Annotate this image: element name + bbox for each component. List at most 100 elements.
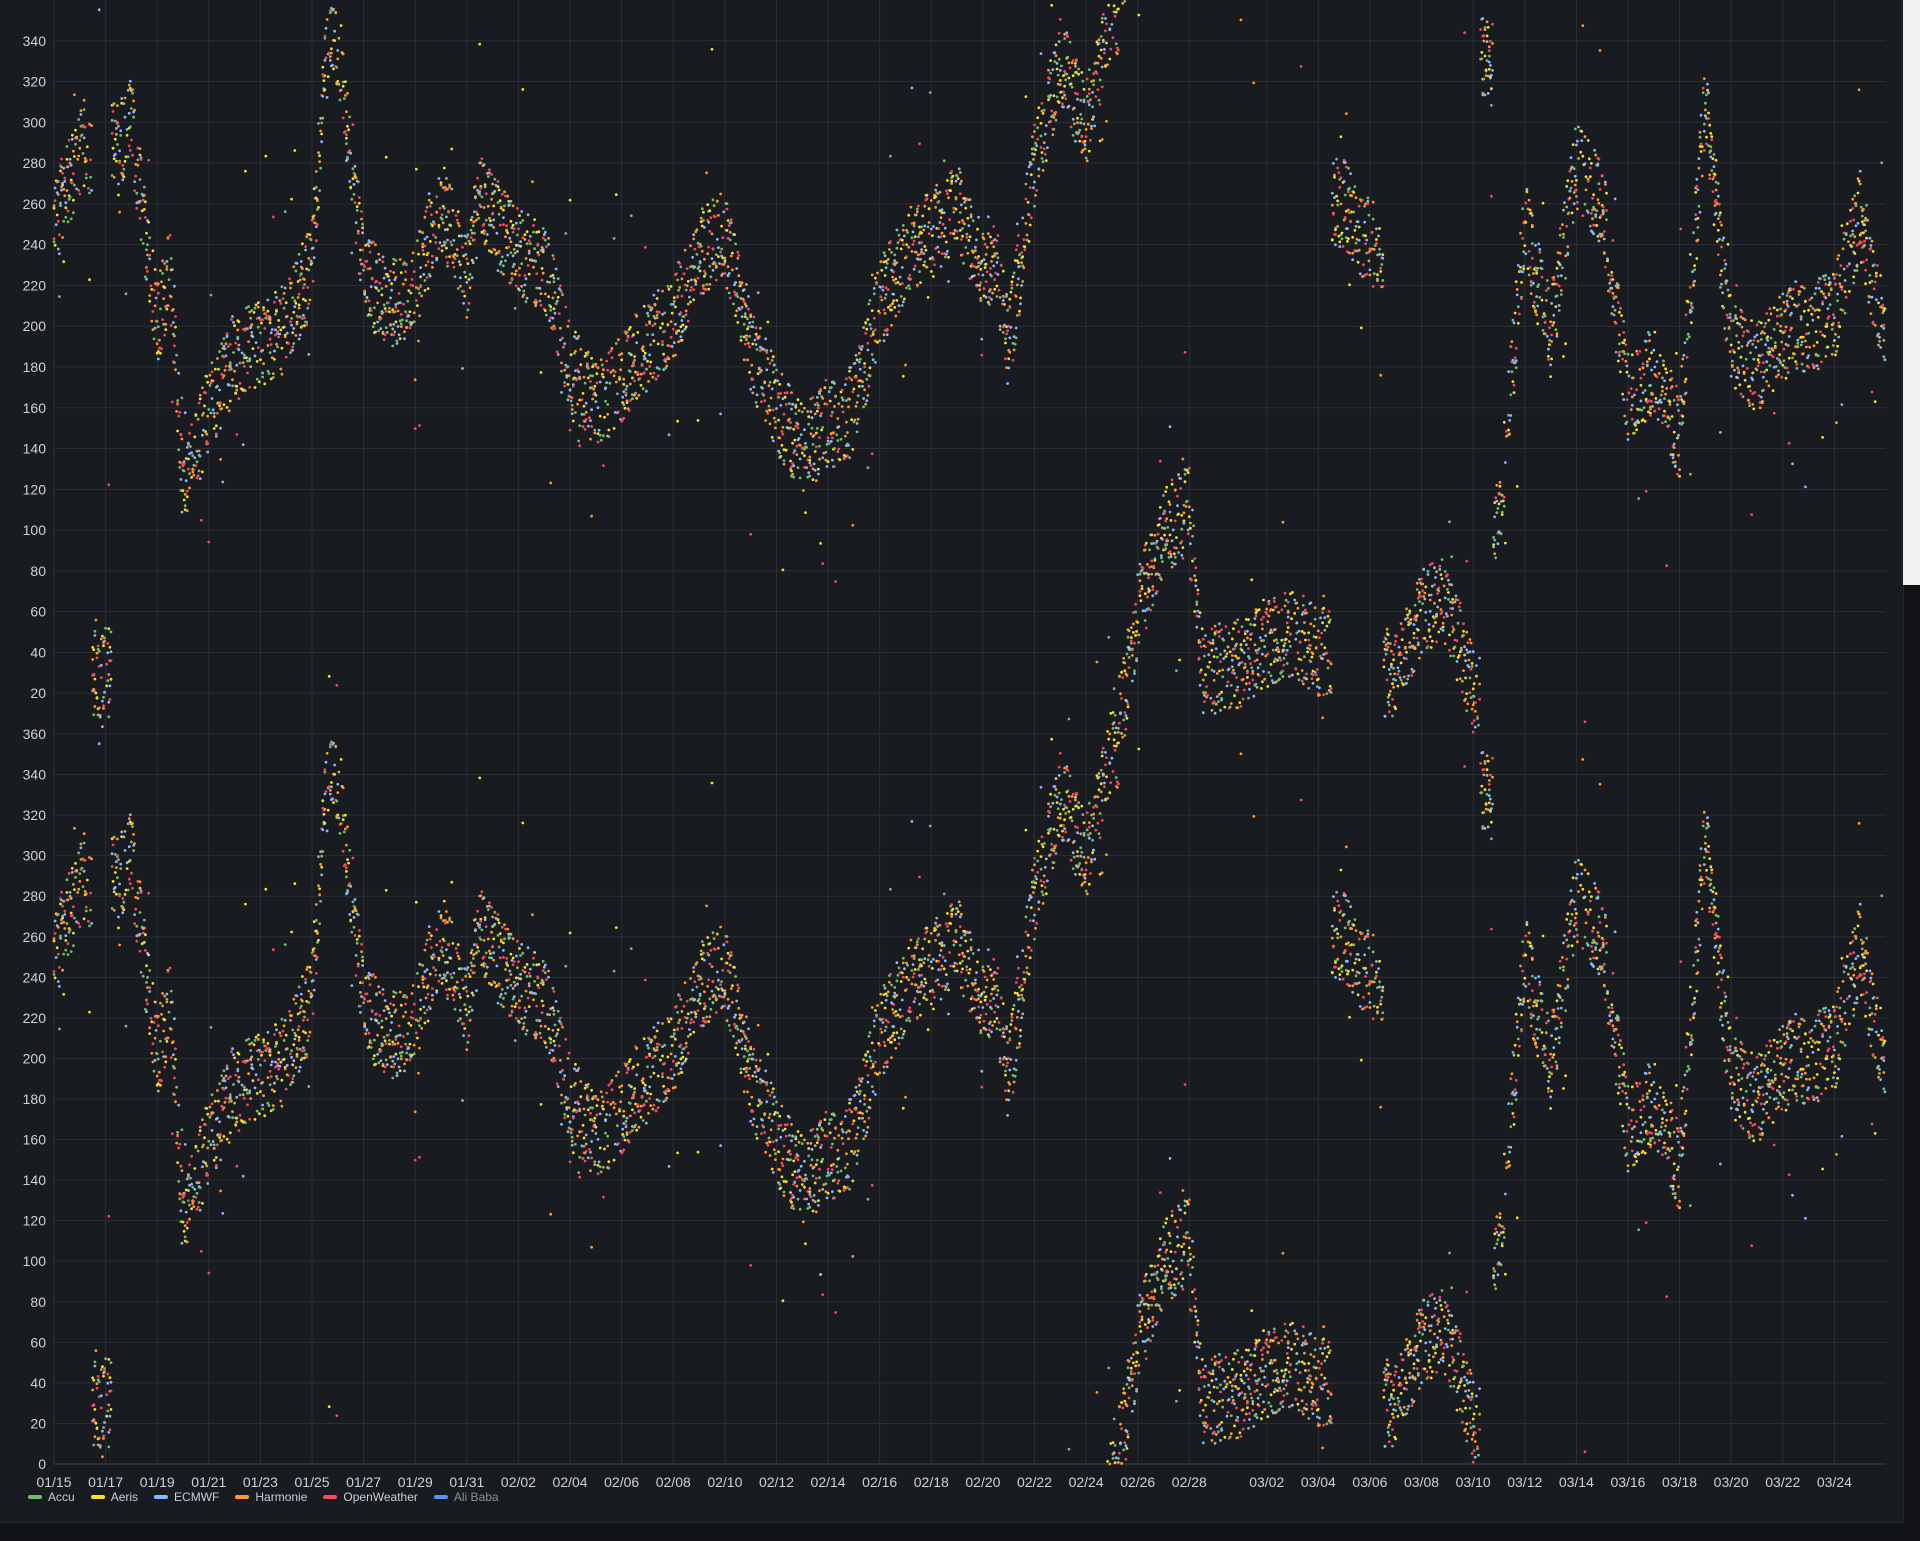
data-point	[897, 304, 901, 307]
data-point	[1185, 499, 1189, 503]
data-point	[54, 223, 58, 227]
data-point	[1644, 340, 1648, 343]
data-point	[920, 225, 923, 229]
data-point	[400, 318, 404, 322]
data-point	[1625, 364, 1629, 368]
data-point	[551, 273, 555, 277]
data-point	[417, 339, 420, 343]
data-point	[900, 266, 904, 269]
data-point	[526, 213, 530, 217]
data-point	[1520, 281, 1523, 284]
data-point	[398, 258, 402, 261]
data-point	[1127, 656, 1131, 659]
data-point	[162, 297, 166, 300]
data-point	[1496, 507, 1500, 510]
data-point	[1329, 687, 1333, 690]
data-point	[980, 337, 984, 341]
data-point	[867, 384, 871, 388]
data-point	[719, 412, 722, 416]
data-point	[1196, 588, 1200, 592]
data-point	[1067, 61, 1071, 65]
data-point	[977, 215, 980, 219]
data-point	[612, 427, 616, 430]
data-point	[511, 254, 515, 258]
data-point	[962, 261, 965, 265]
data-point	[554, 267, 558, 271]
data-point	[89, 175, 92, 179]
data-point	[171, 308, 175, 311]
data-point	[679, 335, 683, 338]
data-point	[1024, 95, 1028, 98]
data-point	[1194, 566, 1198, 570]
data-point	[535, 300, 539, 304]
data-point	[1391, 682, 1394, 686]
data-point	[332, 7, 335, 11]
scatter-plot[interactable]: 2040608010012014016018020022024026028030…	[0, 0, 1903, 1522]
data-point	[1180, 553, 1184, 557]
data-point	[742, 358, 746, 362]
data-point	[1033, 180, 1036, 184]
data-point	[1247, 618, 1250, 621]
data-point	[851, 390, 855, 394]
data-point	[1688, 253, 1692, 256]
data-point	[488, 168, 491, 172]
data-point	[330, 51, 333, 55]
data-point	[1054, 54, 1058, 58]
data-point	[1475, 664, 1478, 667]
data-point	[423, 215, 427, 219]
data-point	[654, 377, 658, 380]
data-point	[674, 353, 677, 357]
data-point	[1087, 68, 1091, 71]
data-point	[383, 333, 387, 337]
data-point	[1532, 281, 1535, 285]
data-point	[819, 414, 822, 418]
data-point	[750, 363, 754, 367]
data-point	[1079, 121, 1083, 125]
data-point	[1623, 414, 1627, 418]
data-point	[1558, 251, 1562, 255]
data-point	[995, 261, 999, 264]
data-point	[385, 331, 389, 334]
data-point	[1412, 631, 1416, 635]
data-point	[661, 343, 664, 346]
data-point	[1568, 169, 1572, 173]
data-point	[1562, 232, 1565, 236]
data-point	[1241, 697, 1245, 701]
data-point	[520, 284, 524, 288]
data-point	[1588, 175, 1592, 179]
data-point	[1257, 674, 1261, 677]
data-point	[1137, 13, 1141, 17]
data-point	[384, 155, 388, 159]
data-point	[363, 289, 367, 293]
data-point	[535, 272, 539, 275]
data-point	[614, 193, 618, 197]
data-point	[610, 356, 614, 360]
data-point	[1321, 621, 1324, 625]
data-point	[1657, 372, 1661, 375]
data-point	[334, 11, 338, 15]
data-point	[1344, 112, 1348, 115]
data-point	[509, 219, 513, 223]
data-point	[759, 326, 762, 330]
data-point	[1091, 118, 1094, 121]
data-point	[1267, 671, 1271, 674]
data-point	[729, 221, 733, 225]
data-point	[284, 301, 288, 305]
data-point	[1481, 17, 1485, 20]
data-point	[627, 409, 631, 412]
data-point	[1326, 666, 1330, 670]
data-point	[1588, 166, 1592, 170]
data-point	[351, 167, 355, 171]
data-point	[1283, 591, 1287, 595]
data-point	[988, 303, 991, 306]
data-point	[1449, 654, 1452, 658]
data-point	[926, 296, 930, 299]
data-point	[445, 215, 448, 219]
data-point	[1037, 174, 1041, 178]
data-point	[800, 410, 804, 414]
data-point	[1635, 388, 1638, 392]
data-point	[981, 232, 985, 236]
data-point	[87, 187, 90, 190]
data-point	[240, 351, 244, 355]
data-point	[1126, 705, 1130, 709]
